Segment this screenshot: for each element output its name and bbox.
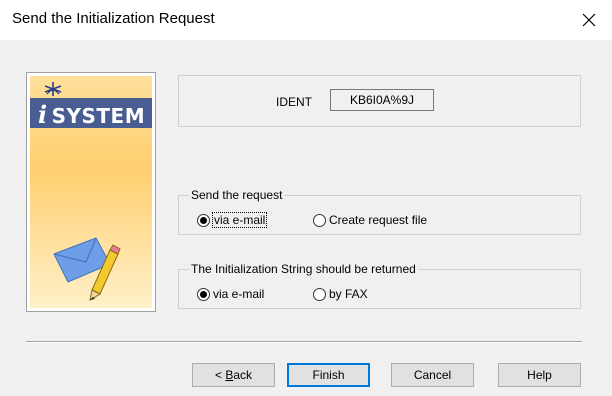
radio-button[interactable] <box>313 213 326 227</box>
radio-return-fax[interactable]: by FAX <box>313 287 368 301</box>
radio-button[interactable] <box>197 213 210 227</box>
title-bar: Send the Initialization Request <box>0 0 612 40</box>
radio-label: Create request file <box>329 213 428 227</box>
return-method-legend: The Initialization String should be retu… <box>189 262 418 276</box>
ident-group: IDENT KB6I0A%9J <box>178 75 581 127</box>
radio-return-email[interactable]: via e-mail <box>197 287 264 301</box>
radio-label: via e-mail <box>211 212 268 228</box>
radio-selected-dot <box>200 216 207 224</box>
wizard-image: i SYSTEM <box>30 76 152 308</box>
ident-field[interactable]: KB6I0A%9J <box>330 89 434 111</box>
radio-selected-dot <box>200 290 207 298</box>
ident-label: IDENT <box>276 95 312 109</box>
close-button[interactable] <box>566 0 612 40</box>
window-title: Send the Initialization Request <box>12 10 215 27</box>
close-icon <box>582 13 596 27</box>
send-request-legend: Send the request <box>189 188 285 202</box>
finish-button[interactable]: Finish <box>287 363 370 387</box>
logo-band: i SYSTEM <box>30 98 152 129</box>
dialog-body: i SYSTEM IDENT KB6I0A%9J Send the request… <box>1 40 611 395</box>
logo: i SYSTEM <box>38 100 146 129</box>
radio-button[interactable] <box>313 287 326 301</box>
envelope-icon <box>53 237 121 302</box>
star-icon <box>44 82 62 96</box>
send-request-group: Send the request via e-mail Create reque… <box>178 188 581 235</box>
help-button[interactable]: Help <box>498 363 581 387</box>
return-method-group: The Initialization String should be retu… <box>178 262 581 309</box>
separator <box>26 341 582 343</box>
radio-label: by FAX <box>329 287 368 301</box>
radio-label: via e-mail <box>213 287 265 301</box>
radio-send-email[interactable]: via e-mail <box>197 212 268 228</box>
wizard-image-panel: i SYSTEM <box>26 72 156 312</box>
radio-button[interactable] <box>197 287 210 301</box>
back-button[interactable]: < Back <box>192 363 275 387</box>
radio-create-request-file[interactable]: Create request file <box>313 213 427 227</box>
cancel-button[interactable]: Cancel <box>391 363 474 387</box>
